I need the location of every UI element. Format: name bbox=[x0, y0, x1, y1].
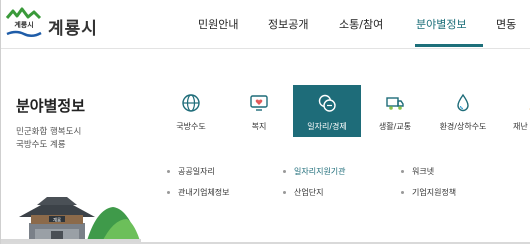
water-drop-icon bbox=[457, 93, 469, 112]
svg-text:계룡시: 계룡시 bbox=[14, 20, 33, 29]
sublink-local-companies[interactable]: 관내기업체정보 bbox=[167, 187, 230, 198]
sublink-label: 공공일자리 bbox=[178, 167, 215, 176]
sublink-label: 일자리지원기관 bbox=[294, 167, 346, 176]
tile-label: 재난 bbox=[513, 122, 528, 131]
sublink-business-support-policy[interactable]: 기업지원정책 bbox=[401, 187, 456, 198]
panel-title: 분야별정보 bbox=[16, 97, 86, 115]
panel-desc-line-1: 민군화합 행복도시 bbox=[16, 127, 82, 137]
tile-life-transport[interactable]: 생활/교통 bbox=[361, 85, 429, 137]
alert-icon bbox=[529, 108, 530, 110]
mega-menu-panel: 분야별정보 민군화합 행복도시 국방수도 계룡 국방수도 복지 일자리/경제 생… bbox=[1, 49, 530, 244]
tile-label: 생활/교통 bbox=[378, 122, 412, 131]
tile-disaster[interactable]: 재난 bbox=[497, 85, 530, 137]
bullet-icon bbox=[283, 191, 286, 194]
tile-jobs-economy[interactable]: 일자리/경제 bbox=[293, 85, 361, 137]
sublink-industrial-complex[interactable]: 산업단지 bbox=[283, 187, 323, 198]
nav-item-communication[interactable]: 소통/참여 bbox=[339, 16, 383, 32]
truck-icon bbox=[386, 97, 404, 110]
page-frame: 계룡시 계룡시 민원안내 정보공개 소통/참여 분야별정보 면동 분야별정보 민… bbox=[0, 0, 530, 244]
nav-item-civil-service[interactable]: 민원안내 bbox=[198, 16, 238, 32]
bullet-icon bbox=[401, 191, 404, 194]
tile-environment-water[interactable]: 환경/상하수도 bbox=[429, 85, 497, 137]
bullet-icon bbox=[283, 170, 286, 173]
logo-text: 계룡시 bbox=[48, 19, 98, 39]
bullet-icon bbox=[167, 170, 170, 173]
sublink-label: 관내기업체정보 bbox=[178, 188, 230, 197]
tile-label: 환경/상하수도 bbox=[439, 122, 487, 131]
logo-mark-icon: 계룡시 bbox=[5, 7, 42, 37]
tile-label: 복지 bbox=[251, 122, 267, 131]
active-nav-indicator bbox=[415, 44, 483, 47]
nav-item-info-disclosure[interactable]: 정보공개 bbox=[268, 16, 308, 32]
sublink-label: 산업단지 bbox=[294, 188, 324, 197]
sublink-public-jobs[interactable]: 공공일자리 bbox=[167, 166, 215, 177]
globe-icon bbox=[182, 94, 200, 112]
coins-icon bbox=[318, 94, 336, 112]
monitor-heart-icon bbox=[250, 95, 268, 111]
site-header: 계룡시 계룡시 민원안내 정보공개 소통/참여 분야별정보 면동 bbox=[1, 0, 530, 48]
tile-label: 국방수도 bbox=[176, 122, 206, 131]
tile-welfare[interactable]: 복지 bbox=[225, 85, 293, 137]
gate-illustration: 계룡 bbox=[1, 197, 141, 244]
sublink-job-support-agencies[interactable]: 일자리지원기관 bbox=[283, 166, 346, 177]
sublink-label: 워크넷 bbox=[412, 167, 435, 176]
bullet-icon bbox=[401, 170, 404, 173]
tile-label: 일자리/경제 bbox=[307, 122, 347, 131]
site-logo[interactable]: 계룡시 계룡시 bbox=[4, 6, 100, 42]
nav-item-field-info[interactable]: 분야별정보 bbox=[416, 16, 467, 32]
nav-item-district[interactable]: 면동 bbox=[496, 16, 516, 32]
panel-desc-line-2: 국방수도 계룡 bbox=[16, 140, 66, 150]
sublink-label: 기업지원정책 bbox=[412, 188, 457, 197]
bullet-icon bbox=[167, 191, 170, 194]
gate-sign: 계룡 bbox=[53, 216, 61, 223]
tile-national-defense[interactable]: 국방수도 bbox=[157, 85, 225, 137]
sublink-worknet[interactable]: 워크넷 bbox=[401, 166, 434, 177]
